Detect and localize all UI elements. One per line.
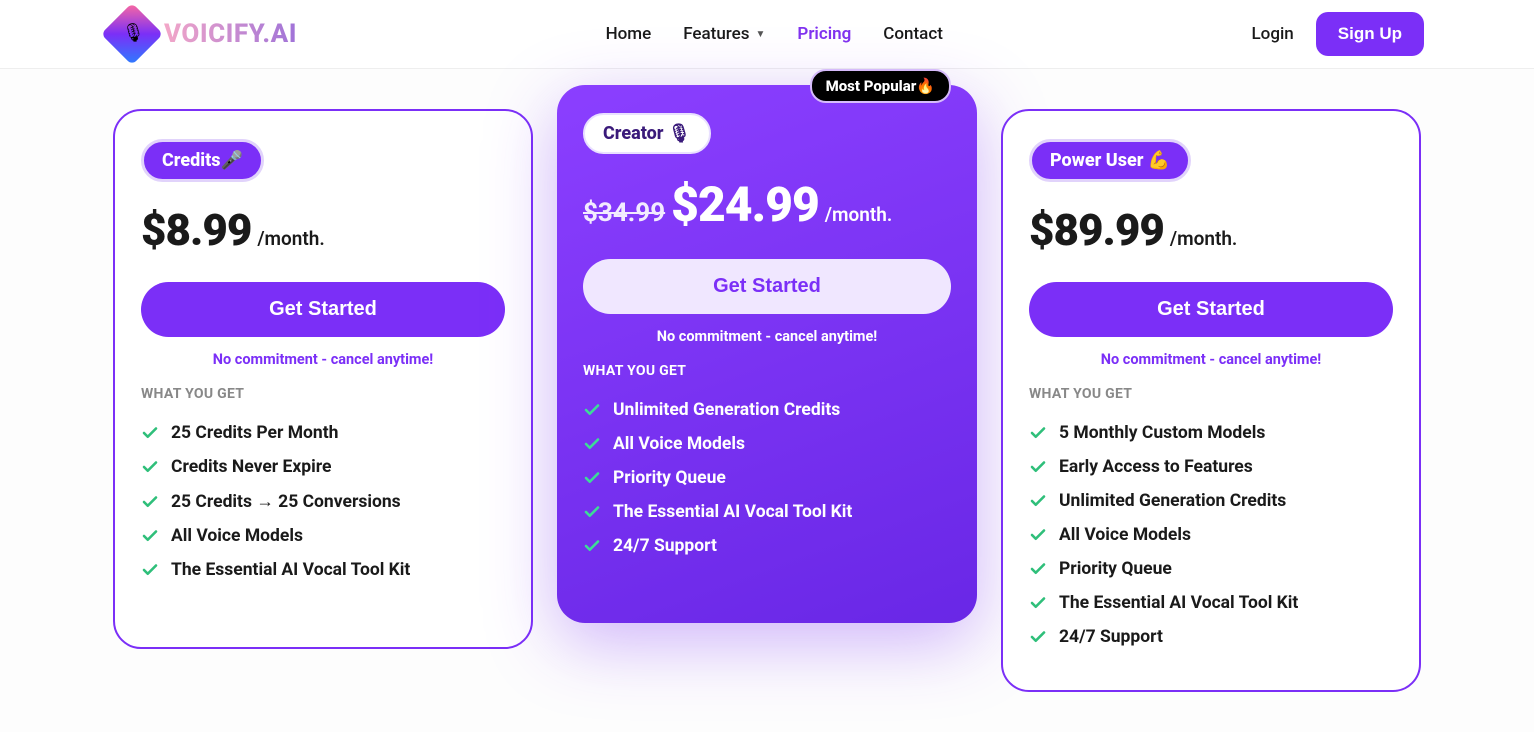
check-icon bbox=[141, 527, 159, 545]
signup-button[interactable]: Sign Up bbox=[1316, 12, 1424, 56]
nav-features-label: Features bbox=[683, 24, 749, 44]
feature-item: The Essential AI Vocal Tool Kit bbox=[141, 553, 505, 587]
login-link[interactable]: Login bbox=[1252, 24, 1294, 44]
price-period: /month. bbox=[257, 227, 324, 250]
feature-item: 25 Credits → 25 Conversions bbox=[141, 484, 505, 519]
cta-power[interactable]: Get Started bbox=[1029, 282, 1393, 337]
feature-text: Credits Never Expire bbox=[171, 457, 331, 477]
check-icon bbox=[1029, 458, 1047, 476]
old-price: $34.99 bbox=[583, 198, 665, 228]
check-icon bbox=[1029, 628, 1047, 646]
feature-item: 5 Monthly Custom Models bbox=[1029, 416, 1393, 450]
chevron-down-icon: ▼ bbox=[756, 29, 766, 40]
feature-item: All Voice Models bbox=[141, 519, 505, 553]
feature-item: 24/7 Support bbox=[1029, 620, 1393, 654]
plan-price-credits: $8.99 /month. bbox=[141, 204, 505, 256]
feature-item: Priority Queue bbox=[583, 461, 951, 495]
most-popular-badge: Most Popular🔥 bbox=[810, 69, 951, 103]
check-icon bbox=[141, 458, 159, 476]
plan-credits: Credits🎤 $8.99 /month. Get Started No co… bbox=[113, 109, 533, 649]
check-icon bbox=[1029, 424, 1047, 442]
check-icon bbox=[583, 537, 601, 555]
plan-note-credits: No commitment - cancel anytime! bbox=[141, 351, 505, 368]
feature-item: Unlimited Generation Credits bbox=[1029, 484, 1393, 518]
plan-tag-power: Power User 💪 bbox=[1029, 139, 1191, 182]
check-icon bbox=[583, 469, 601, 487]
feature-text: Priority Queue bbox=[613, 468, 726, 488]
feature-item: All Voice Models bbox=[1029, 518, 1393, 552]
plan-price-creator: $34.99 $24.99 /month. bbox=[583, 176, 951, 233]
plan-price-power: $89.99 /month. bbox=[1029, 204, 1393, 256]
feature-text: 5 Monthly Custom Models bbox=[1059, 423, 1265, 443]
main-nav: Home Features ▼ Pricing Contact bbox=[606, 24, 943, 44]
feature-text: Unlimited Generation Credits bbox=[613, 400, 840, 420]
features-creator: Unlimited Generation Credits All Voice Mo… bbox=[583, 393, 951, 563]
price-period: /month. bbox=[825, 203, 892, 226]
feature-text: All Voice Models bbox=[171, 526, 303, 546]
plan-note-power: No commitment - cancel anytime! bbox=[1029, 351, 1393, 368]
feature-text: The Essential AI Vocal Tool Kit bbox=[171, 560, 410, 580]
check-icon bbox=[1029, 594, 1047, 612]
brand-logo[interactable]: VOICIFY.AI bbox=[110, 12, 297, 56]
features-credits: 25 Credits Per Month Credits Never Expire… bbox=[141, 416, 505, 587]
feature-text: All Voice Models bbox=[1059, 525, 1191, 545]
nav-home[interactable]: Home bbox=[606, 24, 652, 44]
feature-text: The Essential AI Vocal Tool Kit bbox=[613, 502, 852, 522]
feature-text: The Essential AI Vocal Tool Kit bbox=[1059, 593, 1298, 613]
feature-text: 25 Credits → 25 Conversions bbox=[171, 491, 401, 512]
nav-contact[interactable]: Contact bbox=[883, 24, 943, 44]
brand-name: VOICIFY.AI bbox=[164, 19, 297, 49]
price-value: $8.99 bbox=[141, 204, 251, 256]
plan-tag-creator: Creator 🎙 bbox=[583, 113, 711, 154]
feature-text: All Voice Models bbox=[613, 434, 745, 454]
check-icon bbox=[1029, 560, 1047, 578]
check-icon bbox=[583, 435, 601, 453]
features-power: 5 Monthly Custom Models Early Access to F… bbox=[1029, 416, 1393, 654]
feature-text: 24/7 Support bbox=[1059, 627, 1163, 647]
feature-item: Priority Queue bbox=[1029, 552, 1393, 586]
nav-pricing[interactable]: Pricing bbox=[797, 24, 851, 44]
price-value: $89.99 bbox=[1029, 204, 1164, 256]
cta-credits[interactable]: Get Started bbox=[141, 282, 505, 337]
plan-power: Power User 💪 $89.99 /month. Get Started … bbox=[1001, 109, 1421, 692]
wyg-heading-power: WHAT YOU GET bbox=[1029, 386, 1393, 402]
feature-item: Early Access to Features bbox=[1029, 450, 1393, 484]
check-icon bbox=[1029, 526, 1047, 544]
feature-item: The Essential AI Vocal Tool Kit bbox=[583, 495, 951, 529]
plan-tag-credits: Credits🎤 bbox=[141, 139, 264, 182]
price-value: $24.99 bbox=[671, 176, 819, 233]
price-period: /month. bbox=[1170, 227, 1237, 250]
logo-icon bbox=[101, 3, 163, 65]
plan-creator: Most Popular🔥 Creator 🎙 $34.99 $24.99 /m… bbox=[557, 85, 977, 623]
feature-item: Unlimited Generation Credits bbox=[583, 393, 951, 427]
feature-item: Credits Never Expire bbox=[141, 450, 505, 484]
feature-text: Unlimited Generation Credits bbox=[1059, 491, 1286, 511]
check-icon bbox=[141, 561, 159, 579]
check-icon bbox=[583, 401, 601, 419]
check-icon bbox=[1029, 492, 1047, 510]
check-icon bbox=[141, 493, 159, 511]
site-header: VOICIFY.AI Home Features ▼ Pricing Conta… bbox=[0, 0, 1534, 69]
feature-text: Early Access to Features bbox=[1059, 457, 1253, 477]
wyg-heading-creator: WHAT YOU GET bbox=[583, 363, 951, 379]
check-icon bbox=[141, 424, 159, 442]
feature-text: 25 Credits Per Month bbox=[171, 423, 338, 443]
feature-text: 24/7 Support bbox=[613, 536, 717, 556]
wyg-heading-credits: WHAT YOU GET bbox=[141, 386, 505, 402]
feature-item: 24/7 Support bbox=[583, 529, 951, 563]
auth-actions: Login Sign Up bbox=[1252, 12, 1424, 56]
cta-creator[interactable]: Get Started bbox=[583, 259, 951, 314]
nav-features[interactable]: Features ▼ bbox=[683, 24, 765, 44]
feature-item: The Essential AI Vocal Tool Kit bbox=[1029, 586, 1393, 620]
plan-note-creator: No commitment - cancel anytime! bbox=[583, 328, 951, 345]
check-icon bbox=[583, 503, 601, 521]
feature-item: 25 Credits Per Month bbox=[141, 416, 505, 450]
pricing-cards: Credits🎤 $8.99 /month. Get Started No co… bbox=[0, 69, 1534, 732]
feature-item: All Voice Models bbox=[583, 427, 951, 461]
feature-text: Priority Queue bbox=[1059, 559, 1172, 579]
